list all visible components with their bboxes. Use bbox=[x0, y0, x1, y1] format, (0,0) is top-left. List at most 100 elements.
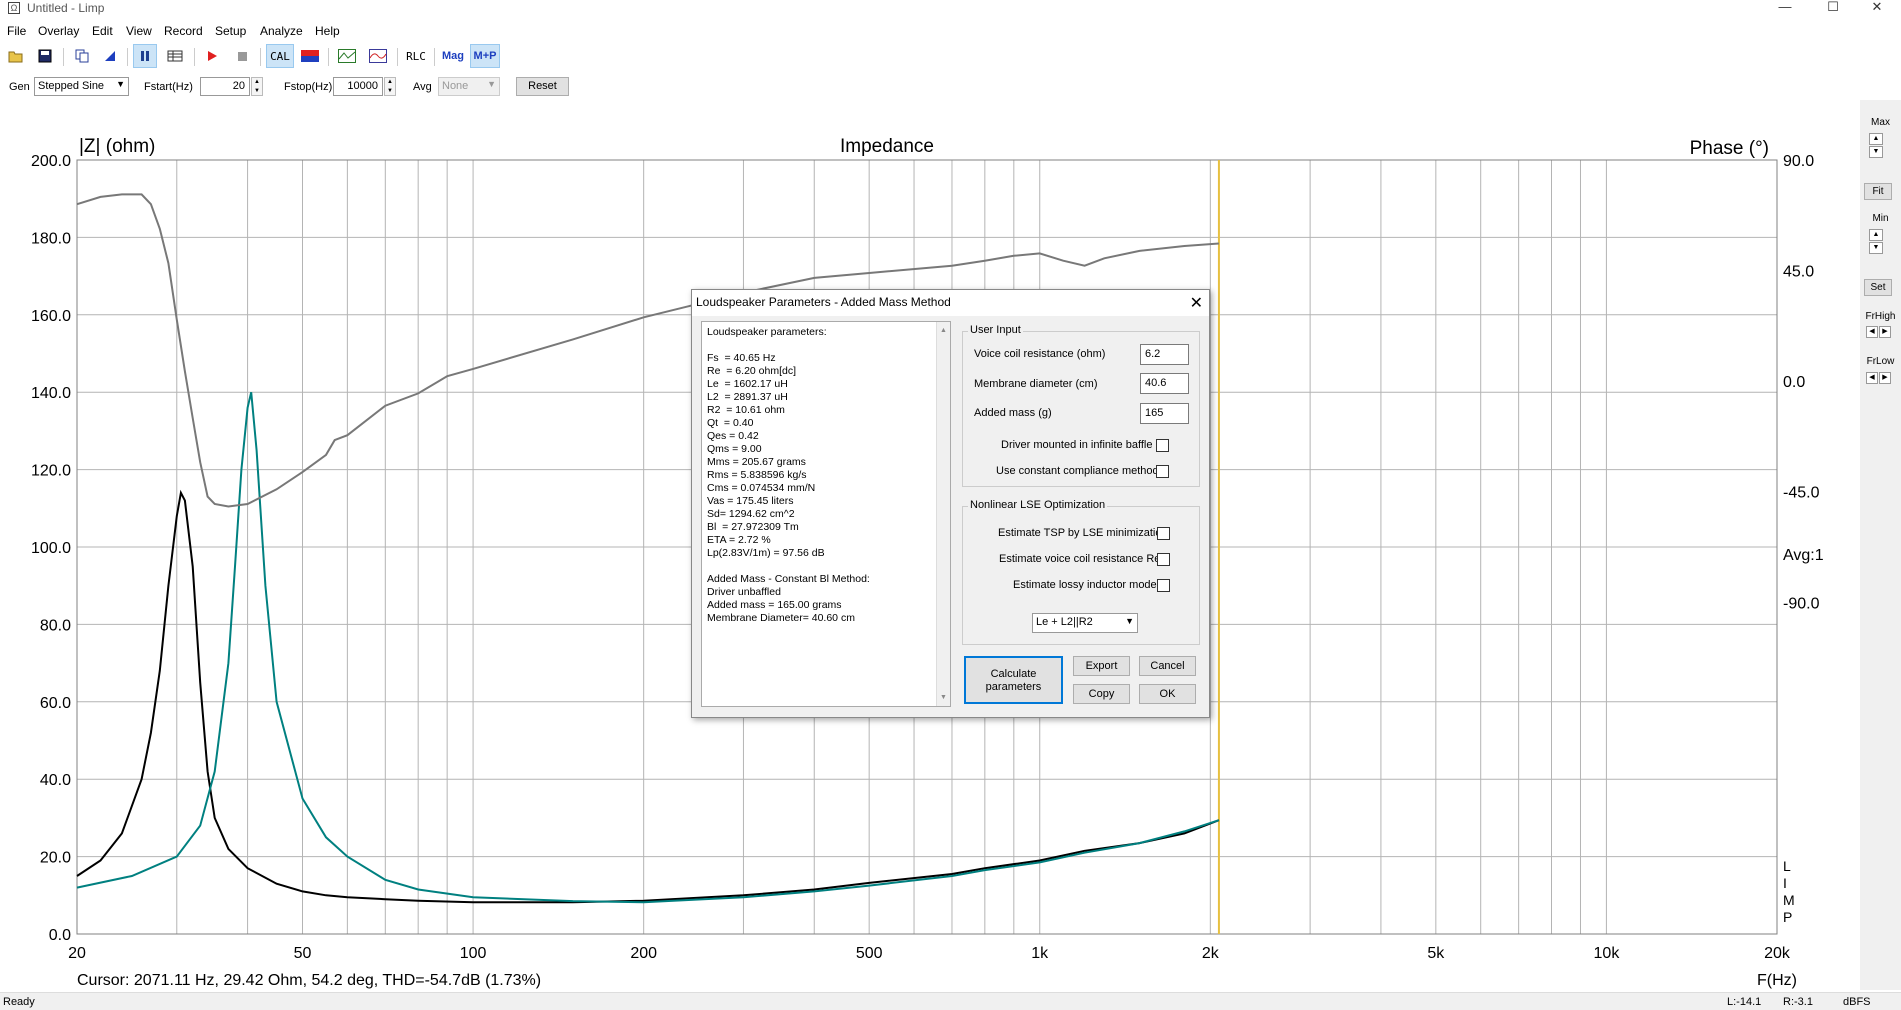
x-tick-label: 20k bbox=[1764, 945, 1791, 962]
user-input-label: User Input bbox=[968, 324, 1023, 336]
fstart-input[interactable]: 20 bbox=[200, 77, 250, 96]
added-mass-field[interactable]: 165 bbox=[1140, 403, 1189, 424]
frlow-right-button[interactable]: ▶ bbox=[1879, 372, 1891, 384]
max-down-button[interactable]: ▼ bbox=[1869, 146, 1883, 158]
menu-setup[interactable]: Setup bbox=[215, 24, 246, 38]
min-label: Min bbox=[1872, 213, 1889, 224]
results-scrollbar[interactable]: ▲ ▼ bbox=[936, 322, 950, 706]
menu-record[interactable]: Record bbox=[164, 24, 203, 38]
graph-green-icon[interactable] bbox=[335, 44, 359, 68]
estimate-inductor-checkbox[interactable] bbox=[1157, 579, 1170, 592]
estimate-re-label: Estimate voice coil resistance Re bbox=[999, 553, 1161, 565]
y2-tick-label: 0.0 bbox=[1783, 374, 1805, 391]
frhigh-right-button[interactable]: ▶ bbox=[1879, 326, 1891, 338]
nonlinear-lse-label: Nonlinear LSE Optimization bbox=[968, 499, 1108, 511]
cursor-icon[interactable] bbox=[98, 44, 122, 68]
close-button[interactable]: ✕ bbox=[1857, 0, 1897, 16]
max-up-button[interactable]: ▲ bbox=[1869, 133, 1883, 145]
result-line: L2 = 2891.37 uH bbox=[707, 391, 788, 403]
ok-button[interactable]: OK bbox=[1139, 684, 1196, 704]
scroll-down-icon[interactable]: ▼ bbox=[937, 691, 950, 704]
minimize-button[interactable]: — bbox=[1765, 0, 1805, 16]
frhigh-left-button[interactable]: ◀ bbox=[1866, 326, 1878, 338]
menu-overlay[interactable]: Overlay bbox=[38, 24, 79, 38]
dialog-title-bar: Loudspeaker Parameters - Added Mass Meth… bbox=[692, 290, 1209, 316]
menu-view[interactable]: View bbox=[126, 24, 152, 38]
scroll-up-icon[interactable]: ▲ bbox=[937, 324, 950, 337]
estimate-re-checkbox[interactable] bbox=[1157, 553, 1170, 566]
min-down-button[interactable]: ▼ bbox=[1869, 242, 1883, 254]
voice-coil-label: Voice coil resistance (ohm) bbox=[974, 348, 1106, 360]
set-button[interactable]: Set bbox=[1864, 279, 1892, 296]
min-up-button[interactable]: ▲ bbox=[1869, 229, 1883, 241]
estimate-tsp-checkbox[interactable] bbox=[1157, 527, 1170, 540]
menu-edit[interactable]: Edit bbox=[92, 24, 113, 38]
reset-button[interactable]: Reset bbox=[516, 77, 569, 96]
gen-label: Gen bbox=[9, 81, 30, 93]
result-line: Qt = 0.40 bbox=[707, 417, 754, 429]
cal-icon[interactable]: CAL bbox=[266, 44, 294, 68]
menu-analyze[interactable]: Analyze bbox=[260, 24, 303, 38]
fit-button[interactable]: Fit bbox=[1864, 183, 1892, 200]
infinite-baffle-checkbox[interactable] bbox=[1156, 439, 1169, 452]
cancel-button[interactable]: Cancel bbox=[1139, 656, 1196, 676]
left-level: L:-14.1 bbox=[1727, 996, 1762, 1008]
record-icon[interactable] bbox=[200, 44, 224, 68]
results-textbox[interactable]: Loudspeaker parameters: Fs = 40.65 Hz Re =… bbox=[701, 321, 951, 707]
user-input-group: User Input Voice coil resistance (ohm) 6… bbox=[962, 324, 1200, 487]
mag-button[interactable]: Mag bbox=[439, 44, 467, 68]
membrane-diameter-field[interactable]: 40.6 bbox=[1140, 373, 1189, 394]
y-tick-label: 140.0 bbox=[31, 385, 71, 402]
copy-icon[interactable] bbox=[70, 44, 94, 68]
added-mass-label: Added mass (g) bbox=[974, 407, 1052, 419]
stop-icon[interactable] bbox=[230, 44, 254, 68]
generator-select[interactable]: Stepped Sine ▼ bbox=[34, 77, 129, 96]
menu-file[interactable]: File bbox=[7, 24, 26, 38]
y2-tick-label: -90.0 bbox=[1783, 595, 1820, 612]
close-icon[interactable]: ✕ bbox=[1190, 293, 1203, 313]
frlow-label: FrLow bbox=[1866, 356, 1895, 367]
pause-icon[interactable] bbox=[133, 44, 157, 68]
fstart-stepper[interactable]: ▲ ▼ bbox=[251, 77, 263, 96]
x-tick-label: 20 bbox=[68, 945, 86, 962]
graph-red-icon[interactable] bbox=[366, 44, 390, 68]
copy-button[interactable]: Copy bbox=[1073, 684, 1130, 704]
result-line: Fs = 40.65 Hz bbox=[707, 352, 776, 364]
table-icon[interactable] bbox=[163, 44, 187, 68]
save-icon[interactable] bbox=[33, 44, 57, 68]
result-line: Sd= 1294.62 cm^2 bbox=[707, 508, 795, 520]
x-tick-label: 1k bbox=[1031, 945, 1049, 962]
side-label-letter: M bbox=[1783, 892, 1795, 908]
rlc-button[interactable]: RLC bbox=[402, 44, 430, 68]
y-tick-label: 180.0 bbox=[31, 230, 71, 247]
loudspeaker-parameters-dialog: Loudspeaker Parameters - Added Mass Meth… bbox=[691, 289, 1210, 718]
calculate-parameters-button[interactable]: Calculate parameters bbox=[964, 656, 1063, 704]
voice-coil-field[interactable]: 6.2 bbox=[1140, 344, 1189, 365]
avg-select[interactable]: None ▼ bbox=[438, 77, 500, 96]
open-icon[interactable] bbox=[4, 44, 28, 68]
scale-panel: Max ▲ ▼ Fit Min ▲ ▼ Set FrHigh ◀ ▶ FrLow… bbox=[1860, 100, 1901, 990]
fstop-label: Fstop(Hz) bbox=[284, 81, 333, 93]
maximize-button[interactable]: ☐ bbox=[1813, 0, 1853, 16]
constant-compliance-checkbox[interactable] bbox=[1156, 465, 1169, 478]
y2-tick-label: 90.0 bbox=[1783, 153, 1814, 170]
frlow-left-button[interactable]: ◀ bbox=[1866, 372, 1878, 384]
x-tick-label: 10k bbox=[1594, 945, 1621, 962]
y-tick-label: 40.0 bbox=[40, 772, 71, 789]
export-button[interactable]: Export bbox=[1073, 656, 1130, 676]
result-line: Added Mass - Constant Bl Method: bbox=[707, 573, 870, 585]
inductor-model-select[interactable]: Le + L2||R2 ▼ bbox=[1032, 613, 1138, 633]
side-label-letter: L bbox=[1783, 858, 1791, 874]
result-line: Qes = 0.42 bbox=[707, 430, 759, 442]
fstop-input[interactable]: 10000 bbox=[333, 77, 383, 96]
side-label-letter: P bbox=[1783, 909, 1792, 925]
mag-phase-button[interactable]: M+P bbox=[470, 44, 500, 68]
fstop-stepper[interactable]: ▲ ▼ bbox=[384, 77, 396, 96]
status-bar: Ready L:-14.1 R:-3.1 dBFS bbox=[0, 992, 1901, 1010]
status-text: Ready bbox=[3, 996, 35, 1008]
generator-value: Stepped Sine bbox=[38, 80, 105, 92]
menu-help[interactable]: Help bbox=[315, 24, 340, 38]
avg-value: None bbox=[442, 80, 469, 92]
flag-icon[interactable] bbox=[298, 44, 322, 68]
chart-title: Impedance bbox=[840, 136, 934, 157]
